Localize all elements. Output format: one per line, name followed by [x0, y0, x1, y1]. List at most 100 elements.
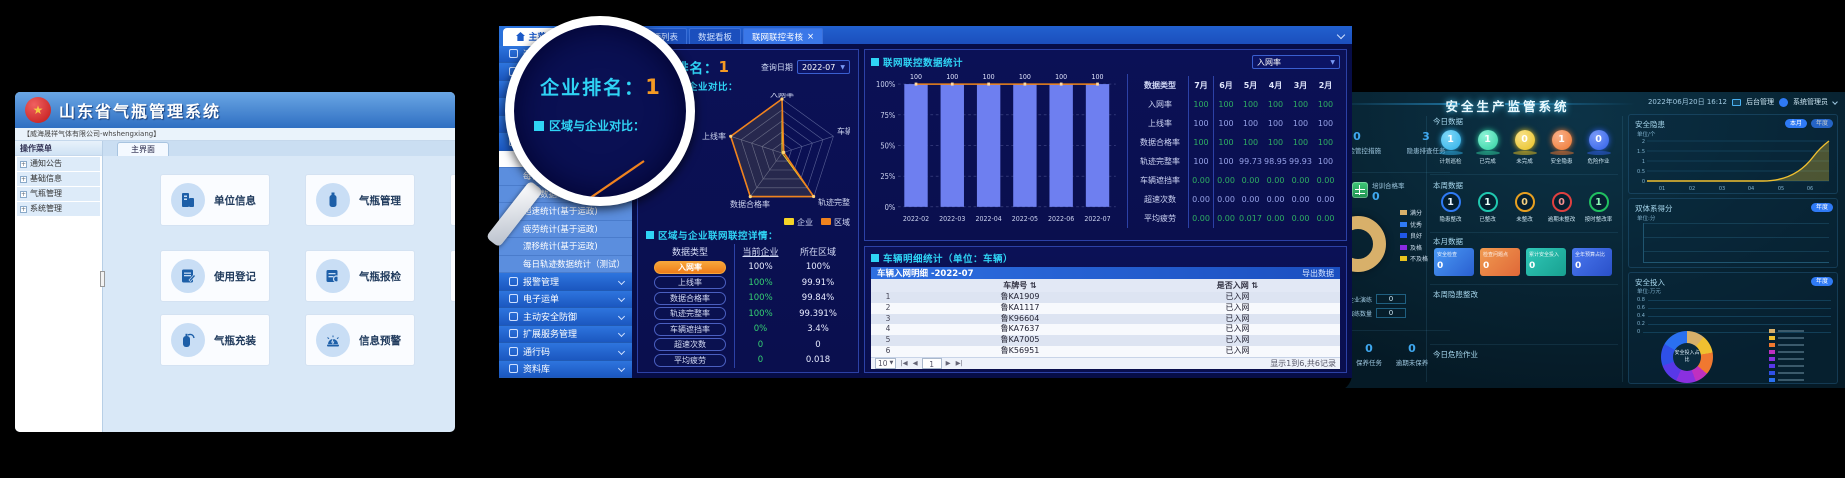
next-page-button[interactable]: ▶: [945, 359, 952, 367]
chevron-down-icon[interactable]: [1832, 99, 1838, 105]
expand-plus-icon[interactable]: +: [20, 176, 27, 183]
chevron-down-icon: [618, 313, 625, 320]
table-row[interactable]: 4鲁KA7637已入网: [871, 324, 1340, 335]
radar-axis-label: 车辆遮挡率: [837, 126, 850, 136]
metric-button-data-quality[interactable]: 数据合格率: [654, 292, 726, 305]
svg-text:2022-07: 2022-07: [1084, 215, 1110, 223]
datetime-text: 2022年06月20日 16:12: [1648, 97, 1727, 107]
table-row[interactable]: 6鲁K56951已入网: [871, 346, 1340, 357]
svg-text:2: 2: [1642, 139, 1645, 145]
query-date-label: 查询日期: [761, 62, 793, 73]
enterprise-rank-value: 1: [719, 58, 729, 76]
card-cylinder-mgmt[interactable]: 气瓶管理: [305, 174, 415, 226]
menu-e-waybill[interactable]: 电子运单: [499, 291, 632, 309]
expand-plus-icon[interactable]: +: [20, 161, 27, 168]
year-filter-button[interactable]: 年度: [1811, 277, 1833, 286]
menu-drift-stats-yz[interactable]: 漂移统计(基于运政): [499, 238, 632, 256]
svg-text:100: 100: [983, 73, 995, 81]
admin-link[interactable]: 后台管理: [1746, 97, 1774, 107]
drill-value-box: 0: [1376, 294, 1406, 304]
card-total-investment: 累计安全投入0: [1526, 248, 1566, 276]
left-app-titlebar: ★ 山东省气瓶管理系统: [15, 92, 455, 128]
close-icon[interactable]: ×: [807, 32, 814, 42]
metric-button-occlusion[interactable]: 车辆遮挡率: [654, 323, 726, 336]
tab-main-screen[interactable]: 主界面: [117, 142, 169, 156]
detail-row: 平均疲劳00.018: [646, 353, 850, 369]
metric-dropdown[interactable]: 入网率▼: [1252, 55, 1340, 69]
prev-page-button[interactable]: ◀: [912, 359, 919, 367]
expand-plus-icon[interactable]: +: [20, 206, 27, 213]
menu-extended-service[interactable]: 扩展服务管理: [499, 326, 632, 344]
sidebar-item-cylinder-mgmt[interactable]: +气瓶管理: [17, 187, 100, 201]
page-number-input[interactable]: 1: [922, 358, 942, 369]
month-filter-button[interactable]: 本月: [1785, 119, 1807, 128]
table-row[interactable]: 1鲁KA1909已入网: [871, 292, 1340, 303]
investment-panel: 安全投入 年度 单位:万元 0.8 0.6 0.4 0.2 0 安全投入占比: [1628, 272, 1838, 384]
vehicle-table-title: 车辆入网明细 -2022-07: [877, 267, 974, 279]
sort-icon[interactable]: ⇅: [1252, 281, 1259, 290]
table-row: 车辆遮挡率0.000.000.000.000.000.00: [1132, 171, 1340, 190]
field-drill-count: 演练数量 0: [1348, 308, 1406, 318]
export-data-button[interactable]: 导出数据: [1302, 268, 1334, 279]
chevron-down-icon[interactable]: [1337, 31, 1345, 39]
metric-button-track-complete[interactable]: 轨迹完整率: [654, 307, 726, 320]
sidebar-splitter-handle[interactable]: [100, 271, 105, 287]
card-cylinder-filling[interactable]: 气瓶充装: [160, 314, 270, 366]
magnified-rank-label: 企业排名：: [540, 77, 645, 99]
status-column-header[interactable]: 是否入网 ⇅: [1135, 279, 1340, 292]
sidebar-item-system-mgmt[interactable]: +系统管理: [17, 202, 100, 216]
table-row: 上线率100100100100100100: [1132, 114, 1340, 133]
plate-column-header[interactable]: 车牌号 ⇅: [905, 279, 1135, 292]
detail-row: 超速次数00: [646, 337, 850, 353]
sidebar-menu-header: 操作菜单: [15, 141, 102, 156]
radar-axis-label: 轨迹完整率: [818, 197, 850, 207]
table-row[interactable]: 2鲁KA1117已入网: [871, 303, 1340, 314]
badge-safety-hazard: 1安全隐患: [1545, 130, 1578, 165]
table-row: 入网率100100100100100100: [1132, 95, 1340, 114]
cylinder-icon: [316, 183, 350, 217]
svg-text:25%: 25%: [880, 172, 895, 181]
card-info-alert[interactable]: 信息预警: [305, 314, 415, 366]
metric-button-fatigue[interactable]: 平均疲劳: [654, 354, 726, 367]
first-page-button[interactable]: |◀: [899, 359, 908, 367]
table-row[interactable]: 3鲁K96604已入网: [871, 314, 1340, 325]
query-date-select[interactable]: 2022-07▼: [797, 60, 850, 74]
user-menu[interactable]: 系统管理员: [1793, 97, 1828, 107]
expand-plus-icon[interactable]: +: [20, 191, 27, 198]
card-check-issues: 检查问题点0: [1480, 248, 1520, 276]
vehicle-detail-panel: 车辆明细统计（单位：车辆） 车辆入网明细 -2022-07 导出数据 车牌号 ⇅…: [864, 246, 1347, 373]
svg-text:01: 01: [1659, 186, 1665, 192]
metric-button-online-rate[interactable]: 上线率: [654, 276, 726, 289]
right-app-title: 安全生产监管系统: [1445, 96, 1569, 115]
vehicle-table-header: 车牌号 ⇅ 是否入网 ⇅: [871, 279, 1340, 292]
menu-alarm-mgmt[interactable]: 报警管理: [499, 273, 632, 291]
network-rate-bar-chart: 100% 75% 50% 25% 0%: [871, 70, 1123, 236]
menu-pass-code[interactable]: 通行码: [499, 343, 632, 361]
last-page-button[interactable]: ▶|: [955, 359, 964, 367]
card-usage-register[interactable]: 使用登记: [160, 250, 270, 302]
sidebar-item-basic-info[interactable]: +基础信息: [17, 172, 100, 186]
sidebar-item-notice[interactable]: +通知公告: [17, 157, 100, 171]
menu-data-library[interactable]: 资料库: [499, 361, 632, 379]
record-summary: 显示1到6,共6记录: [1270, 358, 1336, 369]
top-tab-network-assessment[interactable]: 联网联控考核×: [743, 28, 823, 44]
card-unit-info[interactable]: 单位信息: [160, 174, 270, 226]
table-row: 轨迹完整率10010099.7398.9599.93100: [1132, 152, 1340, 171]
ring-ontime-rate: 1按时整改率: [1582, 192, 1615, 223]
metric-button-speeding[interactable]: 超速次数: [654, 338, 726, 351]
menu-fatigue-stats-yz[interactable]: 疲劳统计(基于运政): [499, 221, 632, 239]
year-filter-button[interactable]: 年度: [1811, 119, 1833, 128]
legend-swatch-region: [821, 218, 831, 225]
page-size-select[interactable]: 10▼: [875, 358, 896, 369]
service-icon: [509, 329, 518, 338]
year-filter-button[interactable]: 年度: [1811, 203, 1833, 212]
menu-active-safety[interactable]: 主动安全防御: [499, 308, 632, 326]
svg-text:0%: 0%: [885, 202, 896, 211]
metric-button-network-rate[interactable]: 入网率: [654, 261, 726, 274]
card-cylinder-inspect[interactable]: 气瓶报检: [305, 250, 415, 302]
menu-daily-track-test[interactable]: 每日轨迹数据统计（测试）: [499, 256, 632, 274]
table-row[interactable]: 5鲁KA7005已入网: [871, 335, 1340, 346]
top-tab-data-board[interactable]: 数据看板: [689, 28, 741, 44]
sort-icon[interactable]: ⇅: [1030, 281, 1037, 290]
detail-row: 轨迹完整率100%99.391%: [646, 306, 850, 322]
